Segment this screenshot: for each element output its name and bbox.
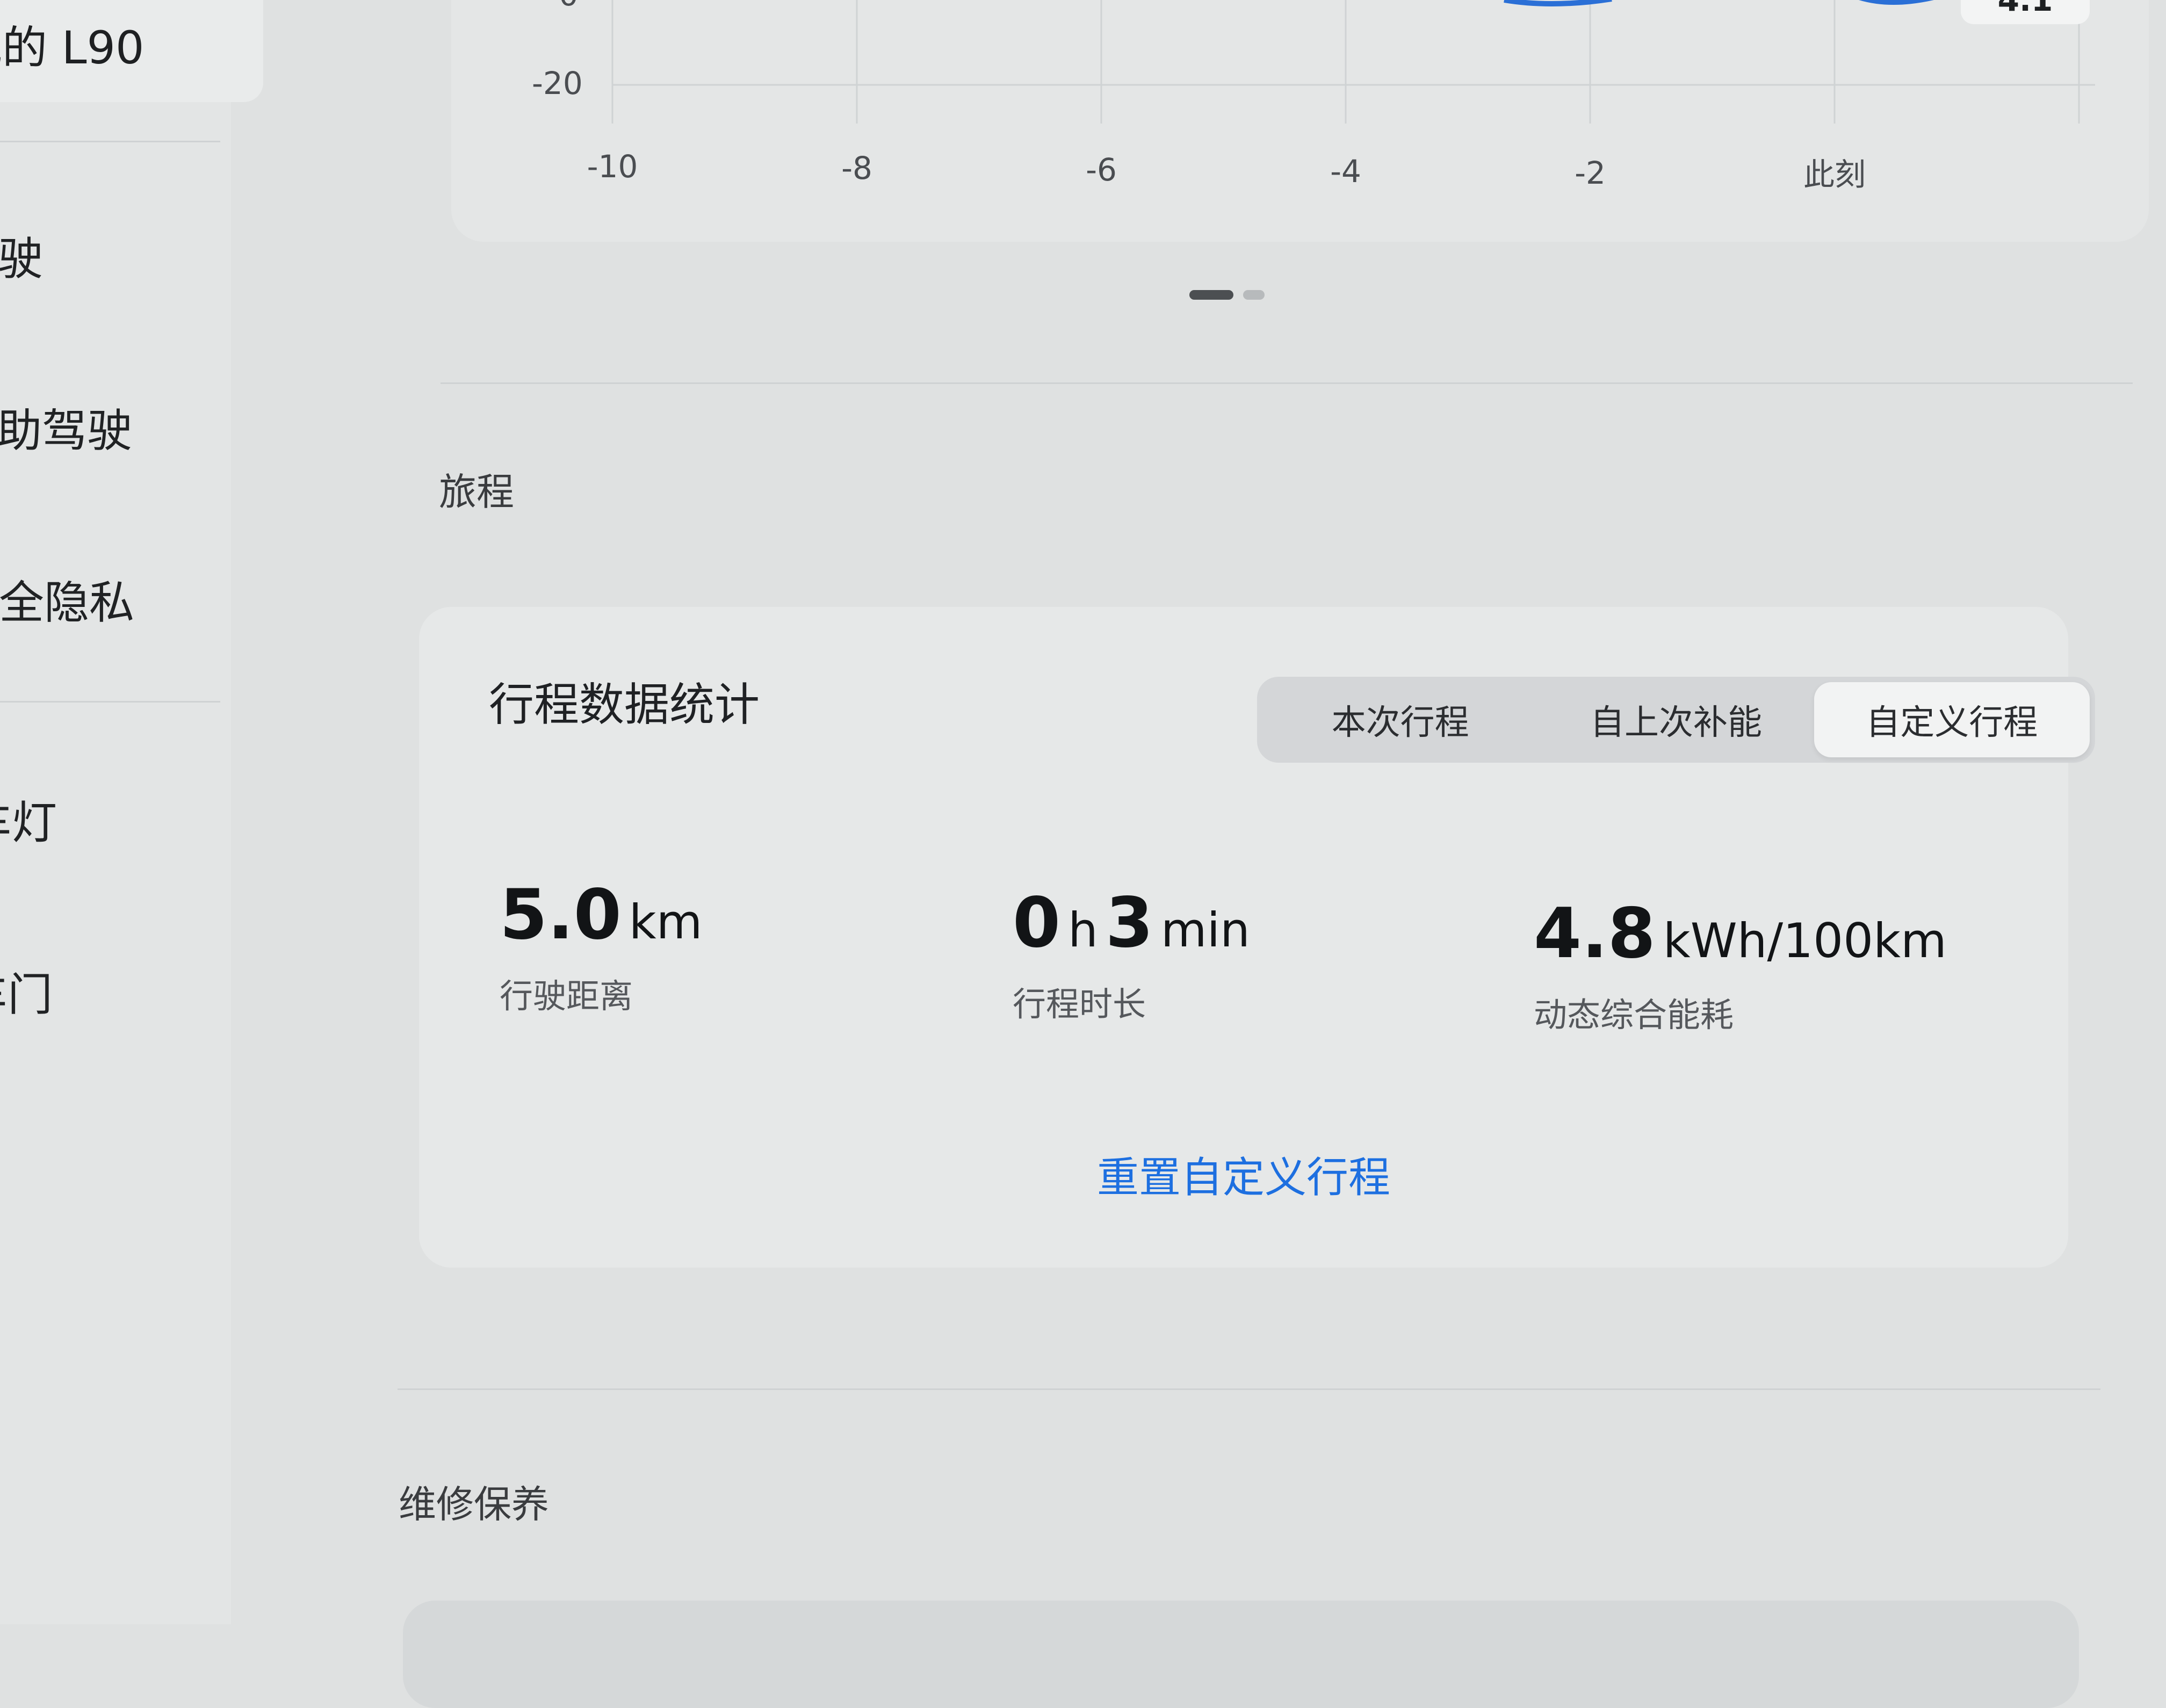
y-tick-0: 0: [559, 0, 579, 13]
duration-hours-unit: h: [1068, 902, 1098, 958]
section-divider: [398, 1388, 2100, 1390]
sidebar-item-label: 车门: [0, 968, 53, 1021]
sidebar-item-label: 车灯: [0, 797, 57, 849]
corner-badge: 4.1: [1961, 0, 2090, 24]
metric-duration: 0 h 3 min 行程时长: [1013, 889, 1258, 1025]
distance-value: 5.0: [500, 875, 622, 955]
duration-hours: 0: [1013, 883, 1061, 963]
svg-text:4.1: 4.1: [1998, 0, 2053, 18]
maintenance-section-title: 维修保养: [399, 1482, 549, 1526]
sidebar-divider: [0, 701, 220, 703]
metric-energy-consumption: 4.8 kWh/100km 动态综合能耗: [1534, 900, 1954, 1036]
pager-dot-active[interactable]: [1189, 290, 1233, 300]
pager-dot[interactable]: [1243, 290, 1265, 300]
sidebar: 我的 L90 驾驶 辅助驾驶 安全隐私 车灯 车门: [0, 0, 263, 1624]
chart-series-fragment: [1504, 0, 1934, 7]
sidebar-item-assisted-driving[interactable]: 辅助驾驶: [0, 395, 132, 460]
reset-custom-trip-button[interactable]: 重置自定义行程: [419, 1144, 2068, 1204]
tab-current-trip[interactable]: 本次行程: [1262, 682, 1538, 757]
distance-unit: km: [629, 894, 703, 950]
trip-stats-title: 行程数据统计: [489, 678, 760, 731]
metric-distance: 5.0 km 行驶距离: [500, 881, 710, 1017]
energy-chart: 0 -20 -10 -8 -6 -4 -2 此刻 4.1: [532, 0, 2095, 193]
vehicle-name: 我的 L90: [0, 21, 145, 74]
duration-minutes-unit: min: [1160, 902, 1250, 958]
duration-label: 行程时长: [1013, 985, 1146, 1024]
x-tick: -10: [587, 148, 638, 185]
duration-minutes: 3: [1105, 883, 1153, 963]
chart-pager[interactable]: [1189, 290, 1265, 300]
x-tick: -2: [1575, 155, 1606, 191]
chart-grid: [611, 0, 2095, 124]
sidebar-item-doors[interactable]: 车门: [0, 959, 53, 1024]
tab-custom-trip[interactable]: 自定义行程: [1814, 682, 2090, 757]
trip-range-segmented-control[interactable]: 本次行程 自上次补能 自定义行程: [1257, 677, 2095, 763]
trip-section-title: 旅程: [439, 470, 514, 514]
x-tick-now: 此刻: [1803, 156, 1866, 193]
tab-since-last-charge[interactable]: 自上次补能: [1538, 682, 1814, 757]
section-divider: [441, 382, 2133, 384]
vehicle-card[interactable]: 我的 L90: [0, 0, 263, 102]
energy-value: 4.8: [1534, 894, 1656, 974]
x-tick: -6: [1086, 151, 1117, 188]
sidebar-item-lights[interactable]: 车灯: [0, 787, 57, 852]
trip-stats-card: 行程数据统计 本次行程 自上次补能 自定义行程 5.0 km 行驶距离 0 h 3 mi…: [419, 607, 2095, 1268]
sidebar-item-label: 驾驶: [0, 233, 44, 285]
x-tick: -8: [841, 150, 872, 186]
energy-unit: kWh/100km: [1663, 913, 1947, 968]
maintenance-card[interactable]: [403, 1601, 2079, 1708]
sidebar-item-label: 辅助驾驶: [0, 404, 133, 457]
main-panel: 0 -20 -10 -8 -6 -4 -2 此刻 4.1 旅程 行程数据统计: [290, 0, 2166, 1708]
sidebar-divider: [0, 141, 220, 142]
y-tick-minus20: -20: [532, 65, 583, 102]
x-tick: -4: [1330, 153, 1361, 190]
sidebar-item-label: 安全隐私: [0, 576, 135, 629]
energy-label: 动态综合能耗: [1534, 995, 1734, 1034]
sidebar-item-driving[interactable]: 驾驶: [0, 223, 43, 288]
energy-chart-card[interactable]: 0 -20 -10 -8 -6 -4 -2 此刻 4.1: [451, 0, 2149, 242]
sidebar-item-security-privacy[interactable]: 安全隐私: [0, 567, 134, 632]
distance-label: 行驶距离: [500, 976, 633, 1016]
